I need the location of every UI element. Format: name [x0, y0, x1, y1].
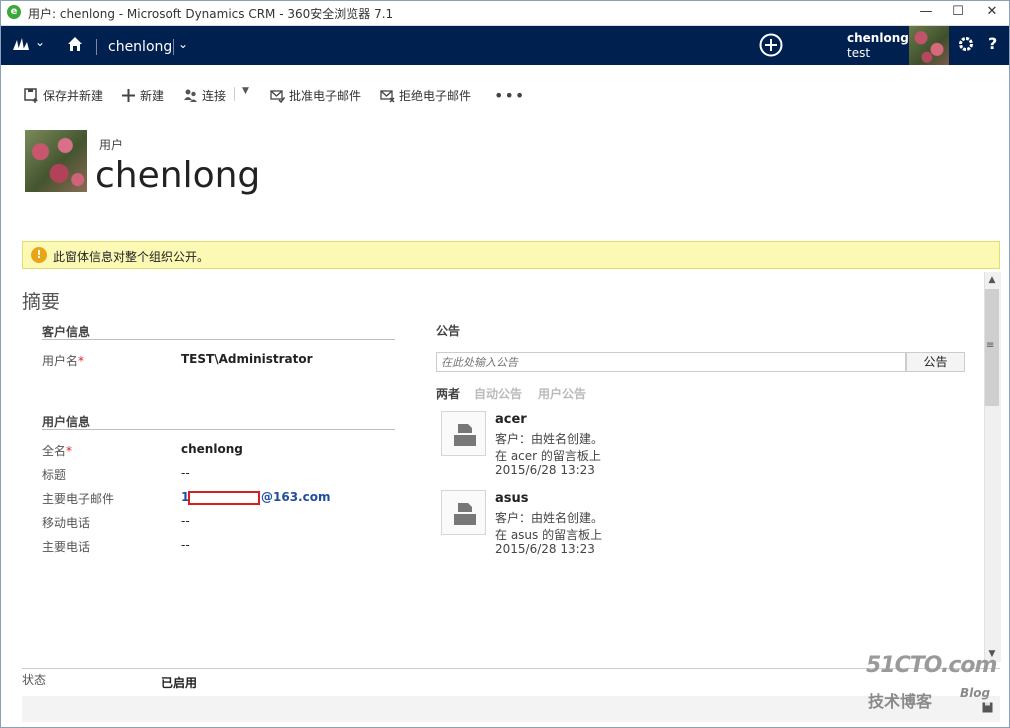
help-icon[interactable]: ?: [988, 34, 997, 53]
required-mark: *: [78, 354, 85, 368]
window-title-bar: e 用户: chenlong - Microsoft Dynamics CRM …: [0, 0, 1010, 26]
record-photo[interactable]: [25, 130, 87, 192]
redaction-box: [188, 491, 260, 505]
new-label: 新建: [140, 88, 165, 103]
nav-divider: [173, 39, 174, 55]
section-divider: [42, 429, 395, 430]
connect-people-icon: [184, 89, 197, 102]
new-button[interactable]: 新建: [121, 87, 164, 103]
footer-status-label: 状态: [22, 673, 47, 687]
post-button[interactable]: 公告: [906, 352, 965, 372]
section-divider: [42, 339, 395, 340]
account-info-section-header[interactable]: 客户信息: [42, 323, 90, 340]
maximize-button[interactable]: ☐: [942, 0, 974, 24]
watermark-blog: Blog: [960, 686, 991, 700]
field-label-fullname: 全名*: [42, 442, 72, 459]
post-record-icon: [441, 411, 486, 456]
watermark-logo: 51CTO.com: [866, 653, 997, 678]
tab-summary-title[interactable]: 摘要: [22, 287, 60, 314]
user-info-section-header[interactable]: 用户信息: [42, 413, 90, 430]
filter-user-posts[interactable]: 用户公告: [538, 385, 586, 402]
filter-both[interactable]: 两者: [436, 385, 460, 402]
watermark-subtitle: 技术博客: [868, 692, 933, 711]
notification-bar: ! 此窗体信息对整个组织公开。: [22, 241, 1000, 269]
document-icon: [454, 503, 476, 525]
nav-breadcrumb-entity[interactable]: chenlong: [108, 39, 172, 55]
minimize-button[interactable]: —: [910, 0, 942, 24]
field-value-email-domain[interactable]: @163.com: [261, 490, 330, 504]
footer-status-value: 已启用: [161, 676, 198, 690]
close-button[interactable]: ✕: [974, 0, 1010, 24]
approve-email-label: 批准电子邮件: [289, 88, 362, 103]
home-icon[interactable]: [67, 36, 83, 52]
reject-email-label: 拒绝电子邮件: [399, 88, 472, 103]
post-timestamp: 2015/6/28 13:23: [495, 542, 595, 556]
user-org[interactable]: test: [847, 46, 870, 60]
approve-email-button[interactable]: 批准电子邮件: [270, 87, 361, 103]
scroll-grip-icon: ≡: [986, 340, 995, 351]
posts-section-title: 公告: [436, 324, 461, 338]
dynamics-logo-icon[interactable]: [12, 36, 30, 52]
footer-divider: [22, 668, 1000, 669]
scroll-up-arrow-icon[interactable]: ▲: [984, 272, 1000, 288]
notification-text: 此窗体信息对整个组织公开。: [53, 250, 210, 264]
connect-dropdown-icon[interactable]: ▼: [242, 86, 249, 96]
connect-label: 连接: [202, 88, 227, 103]
save-and-new-label: 保存并新建: [43, 88, 104, 103]
browser-logo-icon: e: [7, 5, 21, 19]
field-label-username: 用户名*: [42, 352, 84, 369]
warning-icon: !: [31, 247, 47, 263]
more-commands-button[interactable]: •••: [494, 86, 525, 105]
field-value-mobile-phone[interactable]: --: [181, 514, 190, 528]
create-new-icon[interactable]: [759, 33, 783, 57]
nav-divider: [96, 39, 97, 55]
record-entity-type: 用户: [99, 138, 124, 152]
document-icon: [454, 424, 476, 446]
field-value-title[interactable]: --: [181, 466, 190, 480]
user-avatar[interactable]: [909, 26, 949, 65]
field-label-title: 标题: [42, 468, 67, 482]
crm-nav-bar: ⌄ chenlong ⌄ chenlong test ?: [0, 26, 1010, 65]
user-name[interactable]: chenlong: [847, 31, 909, 45]
field-value-username[interactable]: TEST\Administrator: [181, 352, 313, 366]
post-body: 客户：由姓名创建。: [495, 432, 604, 446]
required-mark: *: [66, 444, 73, 458]
post-title[interactable]: asus: [495, 491, 529, 506]
gear-icon[interactable]: [957, 35, 975, 53]
field-value-fullname[interactable]: chenlong: [181, 442, 243, 456]
field-label-mobile-phone: 移动电话: [42, 516, 91, 530]
approve-email-icon: [270, 89, 285, 103]
record-menu-chevron-icon[interactable]: ⌄: [178, 37, 188, 51]
field-value-main-phone[interactable]: --: [181, 538, 190, 552]
field-label-main-phone: 主要电话: [42, 540, 91, 554]
save-new-icon: [24, 87, 38, 103]
post-title[interactable]: acer: [495, 412, 527, 427]
username-label-text: 用户名: [42, 354, 79, 368]
field-label-primary-email: 主要电子邮件: [42, 492, 115, 506]
post-wall-link[interactable]: 在 asus 的留言板上: [495, 526, 602, 543]
post-record-icon: [441, 490, 486, 535]
post-input[interactable]: [436, 352, 906, 372]
connect-button[interactable]: 连接: [183, 87, 226, 103]
command-divider: [234, 87, 235, 101]
record-title: chenlong: [95, 155, 261, 196]
save-icon[interactable]: [982, 702, 993, 713]
reject-email-button[interactable]: 拒绝电子邮件: [380, 87, 471, 103]
post-body: 客户：由姓名创建。: [495, 511, 604, 525]
reject-email-icon: [380, 89, 395, 103]
post-wall-link[interactable]: 在 acer 的留言板上: [495, 447, 601, 464]
save-and-new-button[interactable]: 保存并新建: [24, 87, 103, 103]
nav-menu-chevron-icon[interactable]: ⌄: [35, 35, 45, 49]
post-timestamp: 2015/6/28 13:23: [495, 463, 595, 477]
footer-bar: [22, 696, 1000, 722]
plus-icon: [122, 88, 135, 102]
window-title: 用户: chenlong - Microsoft Dynamics CRM - …: [28, 7, 394, 21]
filter-auto-posts[interactable]: 自动公告: [474, 385, 522, 402]
fullname-label-text: 全名: [42, 444, 67, 458]
